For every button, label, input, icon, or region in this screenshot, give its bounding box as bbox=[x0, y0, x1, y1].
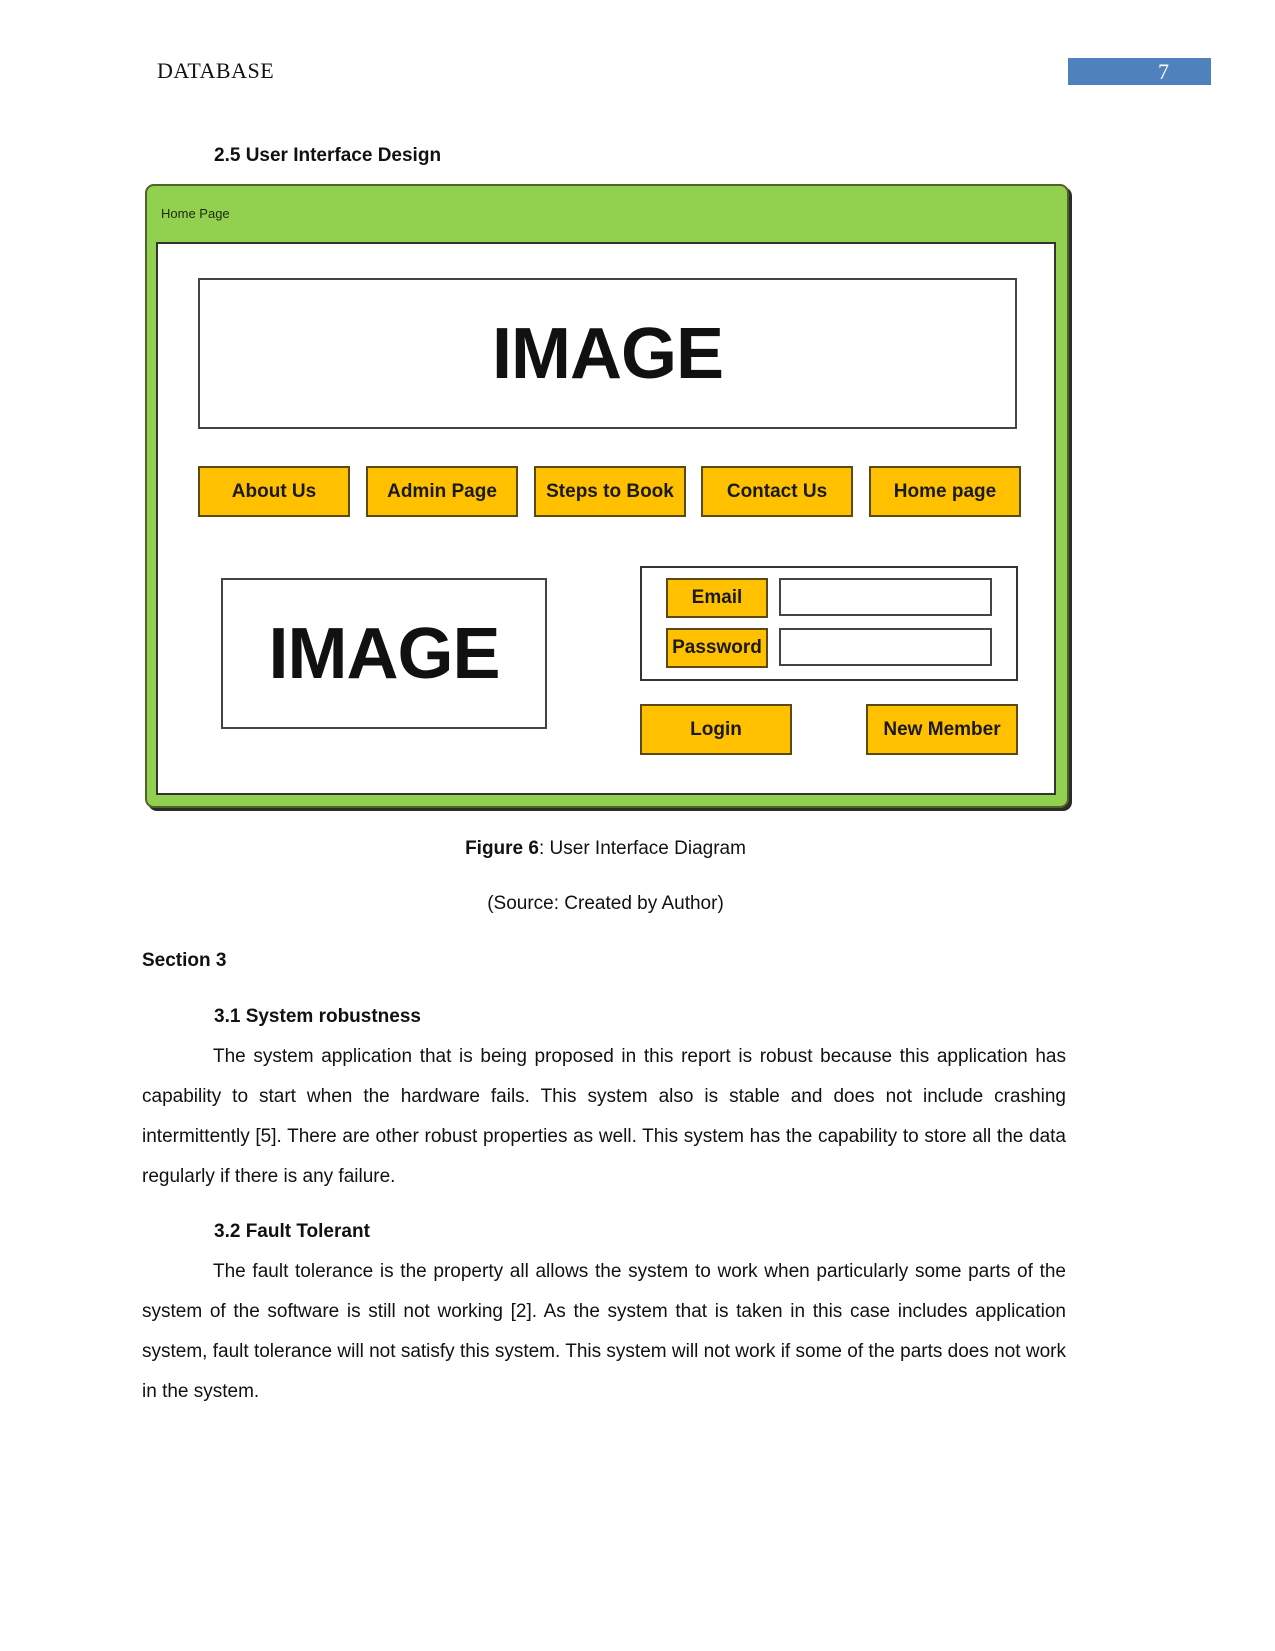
email-label: Email bbox=[666, 578, 768, 618]
nav-button-contact-us[interactable]: Contact Us bbox=[701, 466, 853, 517]
nav-button-admin-page[interactable]: Admin Page bbox=[366, 466, 518, 517]
nav-button-steps-to-book[interactable]: Steps to Book bbox=[534, 466, 686, 517]
page-number: 7 bbox=[1158, 59, 1169, 84]
figure-caption-label: Figure 6 bbox=[465, 838, 539, 859]
section-heading-3: Section 3 bbox=[142, 950, 227, 971]
top-image-placeholder: IMAGE bbox=[198, 278, 1017, 429]
subsection-heading-3-1: 3.1 System robustness bbox=[214, 1006, 421, 1027]
nav-button-about-us[interactable]: About Us bbox=[198, 466, 350, 517]
login-button[interactable]: Login bbox=[640, 704, 792, 755]
running-head-title: DATABASE bbox=[157, 58, 275, 83]
figure-caption: Figure 6: User Interface Diagram bbox=[0, 838, 1211, 860]
paragraph-text: The fault tolerance is the property all … bbox=[142, 1261, 1066, 1402]
ui-mockup-window: Home Page IMAGE About Us Admin Page Step… bbox=[145, 184, 1069, 808]
section-heading-2-5: 2.5 User Interface Design bbox=[214, 145, 442, 166]
paragraph-system-robustness: The system application that is being pro… bbox=[142, 1037, 1066, 1197]
password-field[interactable] bbox=[779, 628, 992, 666]
subsection-heading-3-2: 3.2 Fault Tolerant bbox=[214, 1221, 370, 1242]
mockup-window-title: Home Page bbox=[161, 206, 230, 221]
password-label: Password bbox=[666, 628, 768, 668]
paragraph-fault-tolerant: The fault tolerance is the property all … bbox=[142, 1252, 1066, 1412]
figure-caption-text: : User Interface Diagram bbox=[538, 838, 746, 859]
page-number-badge: 7 bbox=[1068, 58, 1211, 85]
side-image-placeholder: IMAGE bbox=[221, 578, 547, 729]
paragraph-text: The system application that is being pro… bbox=[142, 1046, 1066, 1187]
nav-button-home-page[interactable]: Home page bbox=[869, 466, 1021, 517]
new-member-button[interactable]: New Member bbox=[866, 704, 1018, 755]
login-form: Email Password bbox=[640, 566, 1018, 681]
email-field[interactable] bbox=[779, 578, 992, 616]
figure-source: (Source: Created by Author) bbox=[487, 893, 724, 914]
mockup-content-area: IMAGE About Us Admin Page Steps to Book … bbox=[156, 242, 1056, 795]
